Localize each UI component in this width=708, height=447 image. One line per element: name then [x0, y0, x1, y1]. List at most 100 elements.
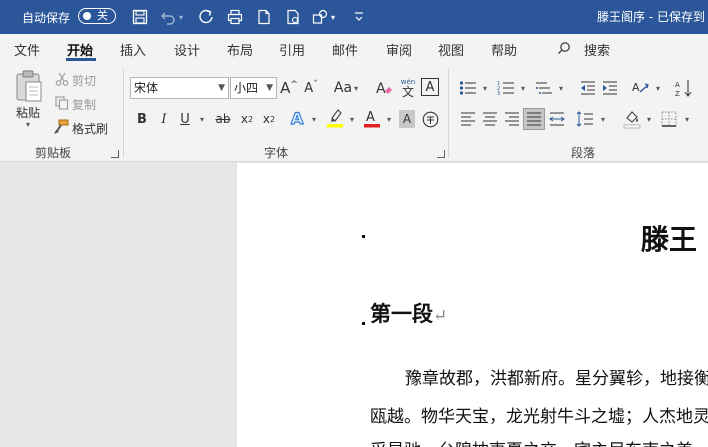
- highlight-color-icon[interactable]: [325, 106, 345, 130]
- return-mark: ↵: [433, 306, 448, 326]
- borders-icon[interactable]: [659, 109, 679, 129]
- title-bar: 自动保存 关 ▾ ▾ 滕王阁序 - 已保存到: [0, 0, 708, 34]
- chevron-down-icon[interactable]: ▼: [218, 78, 225, 98]
- distributed-icon[interactable]: [547, 109, 567, 129]
- superscript-icon[interactable]: x2: [260, 108, 278, 130]
- active-tab-indicator: [66, 58, 96, 61]
- sort-icon[interactable]: AZ: [674, 77, 694, 99]
- cut-icon[interactable]: [54, 71, 70, 87]
- clear-formatting-icon[interactable]: A: [374, 77, 394, 99]
- font-color-icon[interactable]: A: [362, 106, 382, 130]
- shading-dropdown-icon[interactable]: ▾: [643, 109, 653, 129]
- autosave-toggle[interactable]: 关: [78, 8, 116, 24]
- character-shading-icon[interactable]: A: [399, 110, 415, 128]
- underline-icon[interactable]: U: [177, 108, 193, 130]
- tab-design[interactable]: 设计: [174, 40, 200, 59]
- highlight-dropdown-icon[interactable]: ▾: [346, 108, 356, 130]
- borders-dropdown-icon[interactable]: ▾: [681, 109, 691, 129]
- font-launcher-icon[interactable]: [437, 150, 445, 158]
- ribbon-tabs: 文件 开始 插入 设计 布局 引用 邮件 审阅 视图 帮助 搜索: [0, 34, 708, 62]
- underline-dropdown-icon[interactable]: ▾: [196, 108, 206, 130]
- paste-icon[interactable]: [12, 68, 46, 104]
- tab-review[interactable]: 审阅: [386, 40, 412, 59]
- undo-icon[interactable]: [158, 7, 178, 27]
- decrease-indent-icon[interactable]: [578, 77, 598, 99]
- font-color-dropdown-icon[interactable]: ▾: [383, 108, 393, 130]
- paste-label[interactable]: 粘贴: [16, 104, 40, 121]
- save-icon[interactable]: [130, 7, 150, 27]
- tab-home[interactable]: 开始: [67, 40, 93, 59]
- clipboard-group-label: 剪贴板: [35, 146, 72, 160]
- line-spacing-icon[interactable]: [575, 109, 595, 129]
- shapes-icon[interactable]: [310, 7, 330, 27]
- strikethrough-icon[interactable]: ab: [213, 108, 233, 130]
- left-pane: [0, 163, 237, 447]
- numbering-dropdown-icon[interactable]: ▾: [517, 77, 527, 99]
- chinese-layout-icon[interactable]: A: [630, 77, 650, 99]
- text-effects-dropdown-icon[interactable]: ▾: [308, 108, 318, 130]
- text-effects-icon[interactable]: A: [288, 106, 308, 130]
- chinese-layout-dropdown-icon[interactable]: ▾: [652, 77, 662, 99]
- format-painter-label[interactable]: 格式刷: [72, 120, 108, 137]
- tab-file[interactable]: 文件: [14, 40, 40, 59]
- numbering-icon[interactable]: 123: [495, 77, 517, 99]
- document-page[interactable]: 滕王 第一段↵ 豫章故郡，洪都新府。星分翼轸，地接衡 瓯越。物华天宝，龙光射牛斗…: [237, 163, 708, 447]
- align-right-icon[interactable]: [502, 109, 522, 129]
- font-name-combo[interactable]: 宋体 ▼: [130, 77, 229, 99]
- clipboard-launcher-icon[interactable]: [111, 150, 119, 158]
- justify-icon[interactable]: [523, 108, 545, 130]
- copy-label[interactable]: 复制: [72, 96, 96, 113]
- change-case-icon[interactable]: Aa ▾: [331, 77, 361, 99]
- phonetic-guide-icon[interactable]: wén 文: [398, 75, 418, 101]
- cut-label[interactable]: 剪切: [72, 72, 96, 89]
- undo-dropdown-icon[interactable]: ▾: [176, 7, 186, 27]
- font-group-label: 字体: [264, 146, 289, 160]
- align-left-icon[interactable]: [458, 109, 478, 129]
- print-icon[interactable]: [225, 7, 245, 27]
- character-border-icon[interactable]: A: [421, 78, 439, 96]
- group-separator: [123, 68, 124, 158]
- chevron-down-icon[interactable]: ▼: [266, 78, 273, 98]
- paragraph-mark-icon: [362, 235, 365, 238]
- tab-references[interactable]: 引用: [279, 40, 305, 59]
- new-document-icon[interactable]: [254, 7, 274, 27]
- phonetic-bottom: 文: [401, 84, 414, 99]
- enclose-characters-icon[interactable]: [421, 108, 439, 130]
- document-title: 滕王阁序 - 已保存到: [597, 10, 705, 24]
- shapes-dropdown-icon[interactable]: ▾: [328, 7, 338, 27]
- svg-text:A: A: [366, 110, 375, 125]
- subscript-icon[interactable]: x2: [238, 108, 256, 130]
- customize-toolbar-icon[interactable]: [349, 7, 369, 27]
- search-icon[interactable]: [557, 41, 571, 58]
- bullets-icon[interactable]: [457, 77, 479, 99]
- document-settings-icon[interactable]: [283, 7, 303, 27]
- paste-dropdown-icon[interactable]: ▾: [26, 120, 30, 129]
- tab-view[interactable]: 视图: [438, 40, 464, 59]
- shading-icon[interactable]: [621, 107, 643, 131]
- tab-mailings[interactable]: 邮件: [332, 40, 358, 59]
- autosave-label: 自动保存: [22, 11, 71, 25]
- svg-text:A: A: [376, 81, 386, 97]
- search-label[interactable]: 搜索: [584, 40, 610, 59]
- group-separator: [448, 68, 449, 158]
- italic-icon[interactable]: I: [156, 108, 172, 130]
- align-center-icon[interactable]: [480, 109, 500, 129]
- line-spacing-dropdown-icon[interactable]: ▾: [597, 109, 607, 129]
- svg-text:3: 3: [497, 91, 500, 96]
- shrink-font-icon[interactable]: Aˇ: [301, 77, 321, 99]
- increase-indent-icon[interactable]: [600, 77, 620, 99]
- tab-layout[interactable]: 布局: [227, 40, 253, 59]
- tab-help[interactable]: 帮助: [491, 40, 517, 59]
- format-painter-icon[interactable]: [53, 119, 69, 135]
- copy-icon[interactable]: [54, 95, 70, 111]
- grow-font-icon[interactable]: A ^: [279, 77, 299, 99]
- multilevel-dropdown-icon[interactable]: ▾: [555, 77, 565, 99]
- tab-insert[interactable]: 插入: [120, 40, 146, 59]
- bullets-dropdown-icon[interactable]: ▾: [479, 77, 489, 99]
- multilevel-list-icon[interactable]: [533, 77, 555, 99]
- font-size-combo[interactable]: 小四 ▼: [230, 77, 277, 99]
- font-size-value: 小四: [234, 81, 259, 95]
- redo-icon[interactable]: [196, 7, 216, 27]
- bold-icon[interactable]: B: [134, 108, 150, 130]
- body-line: 瓯越。物华天宝，龙光射牛斗之墟；人杰地灵: [370, 407, 708, 427]
